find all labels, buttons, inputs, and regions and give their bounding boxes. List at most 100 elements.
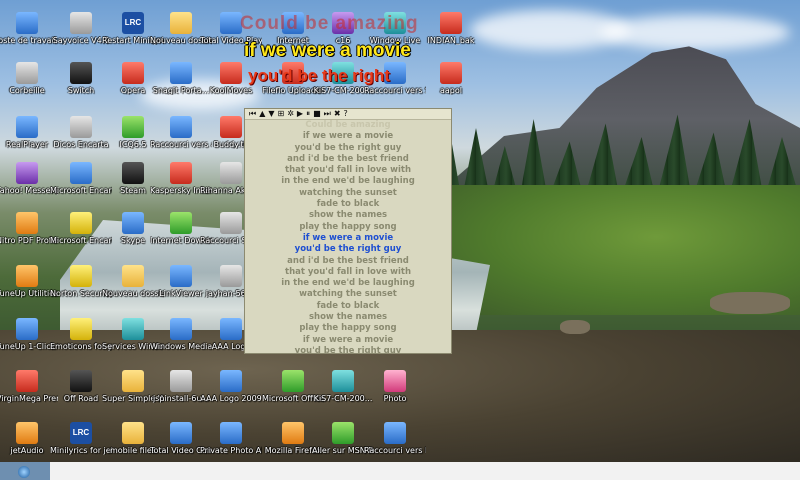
desktop-icon[interactable]: Raccourci vers Photoshop... xyxy=(364,422,426,455)
lyrics-toolbar-button[interactable]: ⊞ xyxy=(278,109,285,119)
lyric-line: you'd be the right guy xyxy=(294,244,402,255)
lyric-line: if we were a movie xyxy=(302,334,394,345)
desktop-icon-label: Photo xyxy=(383,394,407,403)
lyric-line: you'd be the right guy xyxy=(294,345,402,354)
lyric-line: play the happy song xyxy=(299,221,397,232)
app-icon xyxy=(170,318,192,340)
wallpaper-rock xyxy=(560,320,590,334)
app-icon xyxy=(170,12,192,34)
lyrics-toolbar-button[interactable]: ▶ xyxy=(297,109,303,119)
desktop-icon[interactable]: aapol xyxy=(420,62,482,95)
app-icon xyxy=(220,116,242,138)
app-icon xyxy=(220,162,242,184)
lyrics-list: Could be amazing if we were a movie you'd … xyxy=(245,120,451,354)
app-icon xyxy=(220,370,242,392)
lyric-line: if we were a movie xyxy=(302,232,394,243)
desktop-icon[interactable]: Private Photo Album xyxy=(200,422,262,455)
app-icon xyxy=(170,212,192,234)
app-icon: LRC xyxy=(122,12,144,34)
taskbar xyxy=(0,462,800,480)
app-icon xyxy=(170,422,192,444)
app-icon xyxy=(16,62,38,84)
start-button[interactable] xyxy=(0,462,50,480)
lyrics-toolbar-button[interactable]: ⏭ xyxy=(324,109,331,119)
lyrics-toolbar-button[interactable]: ✲ xyxy=(287,109,294,119)
lyrics-toolbar-button[interactable]: ▲ xyxy=(259,109,265,119)
lyric-line: that you'd fall in love with xyxy=(285,266,411,277)
app-icon xyxy=(220,318,242,340)
app-icon xyxy=(16,116,38,138)
lyrics-toolbar-button[interactable]: ⏸ xyxy=(306,109,310,119)
app-icon xyxy=(70,212,92,234)
lyrics-toolbar-button[interactable]: ✖ xyxy=(334,109,341,119)
lyric-line: show the names xyxy=(308,210,388,221)
app-icon xyxy=(70,162,92,184)
app-icon xyxy=(122,212,144,234)
lyric-line: show the names xyxy=(308,312,388,323)
lyric-line: and i'd be the best friend xyxy=(287,255,409,266)
desktop-icon-label: INDIAN_bak xyxy=(427,36,475,45)
app-icon xyxy=(170,265,192,287)
app-icon xyxy=(122,318,144,340)
app-icon xyxy=(16,422,38,444)
desktop-icon-label: Private Photo Album xyxy=(200,446,262,455)
lyrics-toolbar-button[interactable]: ▼ xyxy=(268,109,274,119)
desktop-icon-label: AAA Logo 2009 xyxy=(200,394,262,403)
app-icon xyxy=(16,162,38,184)
app-icon xyxy=(440,12,462,34)
app-icon xyxy=(16,12,38,34)
lyric-line: in the end we'd be laughing xyxy=(281,278,415,289)
lyrics-toolbar-button[interactable]: ⏮ xyxy=(249,109,256,119)
desktop-icon-label: Raccourci vers SnagitPortable xyxy=(364,86,426,95)
app-icon xyxy=(122,116,144,138)
wallpaper-rock xyxy=(710,292,790,314)
lyric-line: in the end we'd be laughing xyxy=(281,176,415,187)
app-icon xyxy=(220,12,242,34)
lyric-line: you'd be the right guy xyxy=(294,142,402,153)
desktop-icon-label: aapol xyxy=(440,86,462,95)
desktop-icon[interactable]: INDIAN_bak xyxy=(420,12,482,45)
app-icon xyxy=(220,422,242,444)
app-icon xyxy=(122,162,144,184)
app-icon xyxy=(70,265,92,287)
app-icon xyxy=(70,116,92,138)
wallpaper-cloud xyxy=(600,15,790,50)
karaoke-next-line: you'd be the right xyxy=(248,66,390,85)
karaoke-current-line: if we were a movie xyxy=(244,40,411,61)
app-icon xyxy=(332,422,354,444)
desktop-icon[interactable]: AAA Logo 2009 xyxy=(200,370,262,403)
windows-orb-icon xyxy=(18,466,30,478)
lyrics-toolbar-button[interactable]: ■ xyxy=(313,109,321,119)
app-icon xyxy=(122,265,144,287)
app-icon: LRC xyxy=(70,422,92,444)
app-icon xyxy=(16,370,38,392)
lyric-line: watching the sunset xyxy=(299,289,397,300)
desktop-icon-label: Raccourci vers Photoshop... xyxy=(364,446,426,455)
lyric-line: and i'd be the best friend xyxy=(287,153,409,164)
app-icon xyxy=(122,422,144,444)
app-icon xyxy=(170,62,192,84)
app-icon xyxy=(16,318,38,340)
app-icon xyxy=(384,422,406,444)
app-icon xyxy=(70,12,92,34)
app-icon xyxy=(440,62,462,84)
desktop-icon-label: KoolMoves xyxy=(209,86,253,95)
desktop-icon[interactable]: Photo xyxy=(364,370,426,403)
app-icon xyxy=(16,265,38,287)
lyric-line: watching the sunset xyxy=(299,187,397,198)
app-icon xyxy=(170,116,192,138)
app-icon xyxy=(70,318,92,340)
app-icon xyxy=(220,265,242,287)
app-icon xyxy=(220,62,242,84)
minilyrics-window[interactable]: ⏮ ▲ ▼ ⊞ ✲ ▶ ⏸ ■ ⏭ ✖? Could be amazing if we were a… xyxy=(244,108,452,354)
lyrics-toolbar-button[interactable]: ? xyxy=(344,109,348,119)
minilyrics-toolbar: ⏮ ▲ ▼ ⊞ ✲ ▶ ⏸ ■ ⏭ ✖? xyxy=(245,109,451,120)
app-icon xyxy=(220,212,242,234)
app-icon xyxy=(170,370,192,392)
app-icon xyxy=(122,62,144,84)
app-icon xyxy=(170,162,192,184)
app-icon xyxy=(122,370,144,392)
app-icon xyxy=(16,212,38,234)
lyric-line: fade to black xyxy=(316,199,380,210)
app-icon xyxy=(384,370,406,392)
